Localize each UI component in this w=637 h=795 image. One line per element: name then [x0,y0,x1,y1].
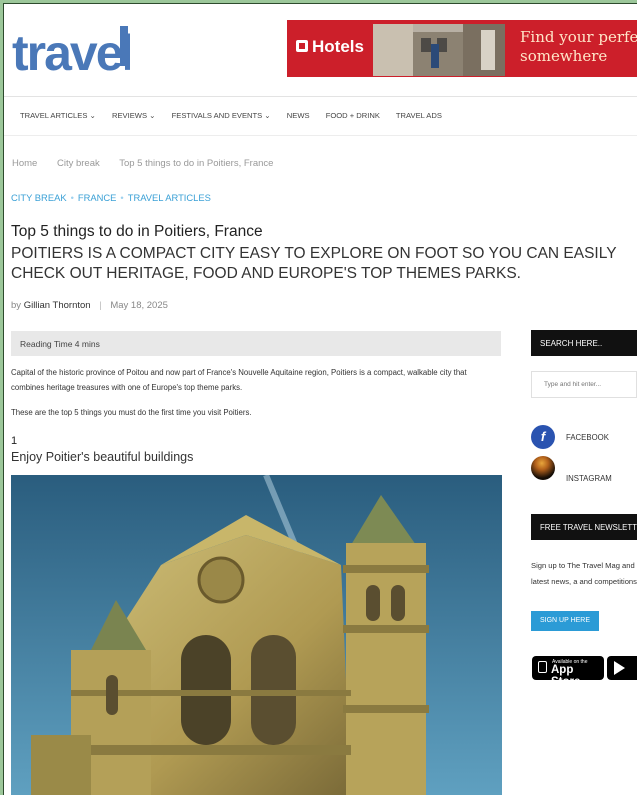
section-heading: Enjoy Poitier's beautiful buildings [11,450,194,464]
nav-divider [4,135,637,136]
google-play-icon [614,661,625,675]
facebook-link[interactable]: FACEBOOK [566,433,609,442]
nav-divider [4,96,637,97]
nav-travel-articles[interactable]: TRAVEL ARTICLES ⌄ [20,111,96,120]
author-link[interactable]: Gillian Thornton [24,300,91,311]
main-nav: TRAVEL ARTICLES ⌄ REVIEWS ⌄ FESTIVALS AN… [20,111,456,120]
site-logo[interactable]: travel [12,22,130,78]
category-city-break[interactable]: CITY BREAK [11,192,67,203]
second-paragraph: These are the top 5 things you must do t… [11,408,252,417]
nav-travel-ads[interactable]: TRAVEL ADS [396,111,442,120]
newsletter-description: Sign up to The Travel Mag and get the la… [531,561,637,586]
ad-brand: Hotels [312,37,364,56]
nav-reviews[interactable]: REVIEWS ⌄ [112,111,156,120]
nav-news[interactable]: NEWS [287,111,310,120]
instagram-link[interactable]: INSTAGRAM [566,474,612,483]
sign-up-button[interactable]: SIGN UP HERE [531,611,599,631]
category-tags: CITY BREAK • FRANCE • TRAVEL ARTICLES [11,192,211,203]
search-widget-title: SEARCH HERE.. [531,330,637,356]
breadcrumb-current: Top 5 things to do in Poitiers, France [119,158,274,169]
apple-icon [538,661,547,673]
app-store-badge[interactable]: Available on the App Store [532,656,604,688]
reading-time: Reading Time 4 mins [20,339,100,349]
intro-paragraph: Capital of the historic province of Poit… [11,368,467,392]
category-france[interactable]: FRANCE [78,192,117,203]
breadcrumb: Home City break Top 5 things to do in Po… [12,158,290,169]
nav-food-drink[interactable]: FOOD + DRINK [326,111,380,120]
google-play-badge[interactable] [607,656,637,680]
breadcrumb-home[interactable]: Home [12,158,37,169]
article-subtitle: POITIERS IS A COMPACT CITY EASY TO EXPLO… [11,245,617,282]
newsletter-widget-title: FREE TRAVEL NEWSLETT [531,514,637,540]
byline: by Gillian Thornton | May 18, 2025 [11,300,168,311]
category-travel-articles[interactable]: TRAVEL ARTICLES [128,192,211,203]
ad-banner[interactable]: Hotels Find your perfe somewhere [287,20,637,77]
instagram-icon[interactable] [531,456,555,480]
page: travel Hotels Find your perfe somewhere … [3,3,637,795]
breadcrumb-city-break[interactable]: City break [57,158,100,169]
facebook-icon[interactable]: f [531,425,555,449]
section-number: 1 [11,435,18,447]
publish-date: May 18, 2025 [110,300,168,311]
ad-photo [373,24,505,76]
hotels-logo-icon [296,40,308,52]
logo-text: travel [12,25,130,78]
cathedral-photo [11,475,502,795]
search-input[interactable] [531,371,637,398]
reading-time-bar: Reading Time 4 mins [11,331,501,356]
nav-festivals-and-events[interactable]: FESTIVALS AND EVENTS ⌄ [172,111,271,120]
page-title: Top 5 things to do in Poitiers, France [11,223,263,240]
ad-tagline: Find your perfe somewhere [520,28,637,65]
